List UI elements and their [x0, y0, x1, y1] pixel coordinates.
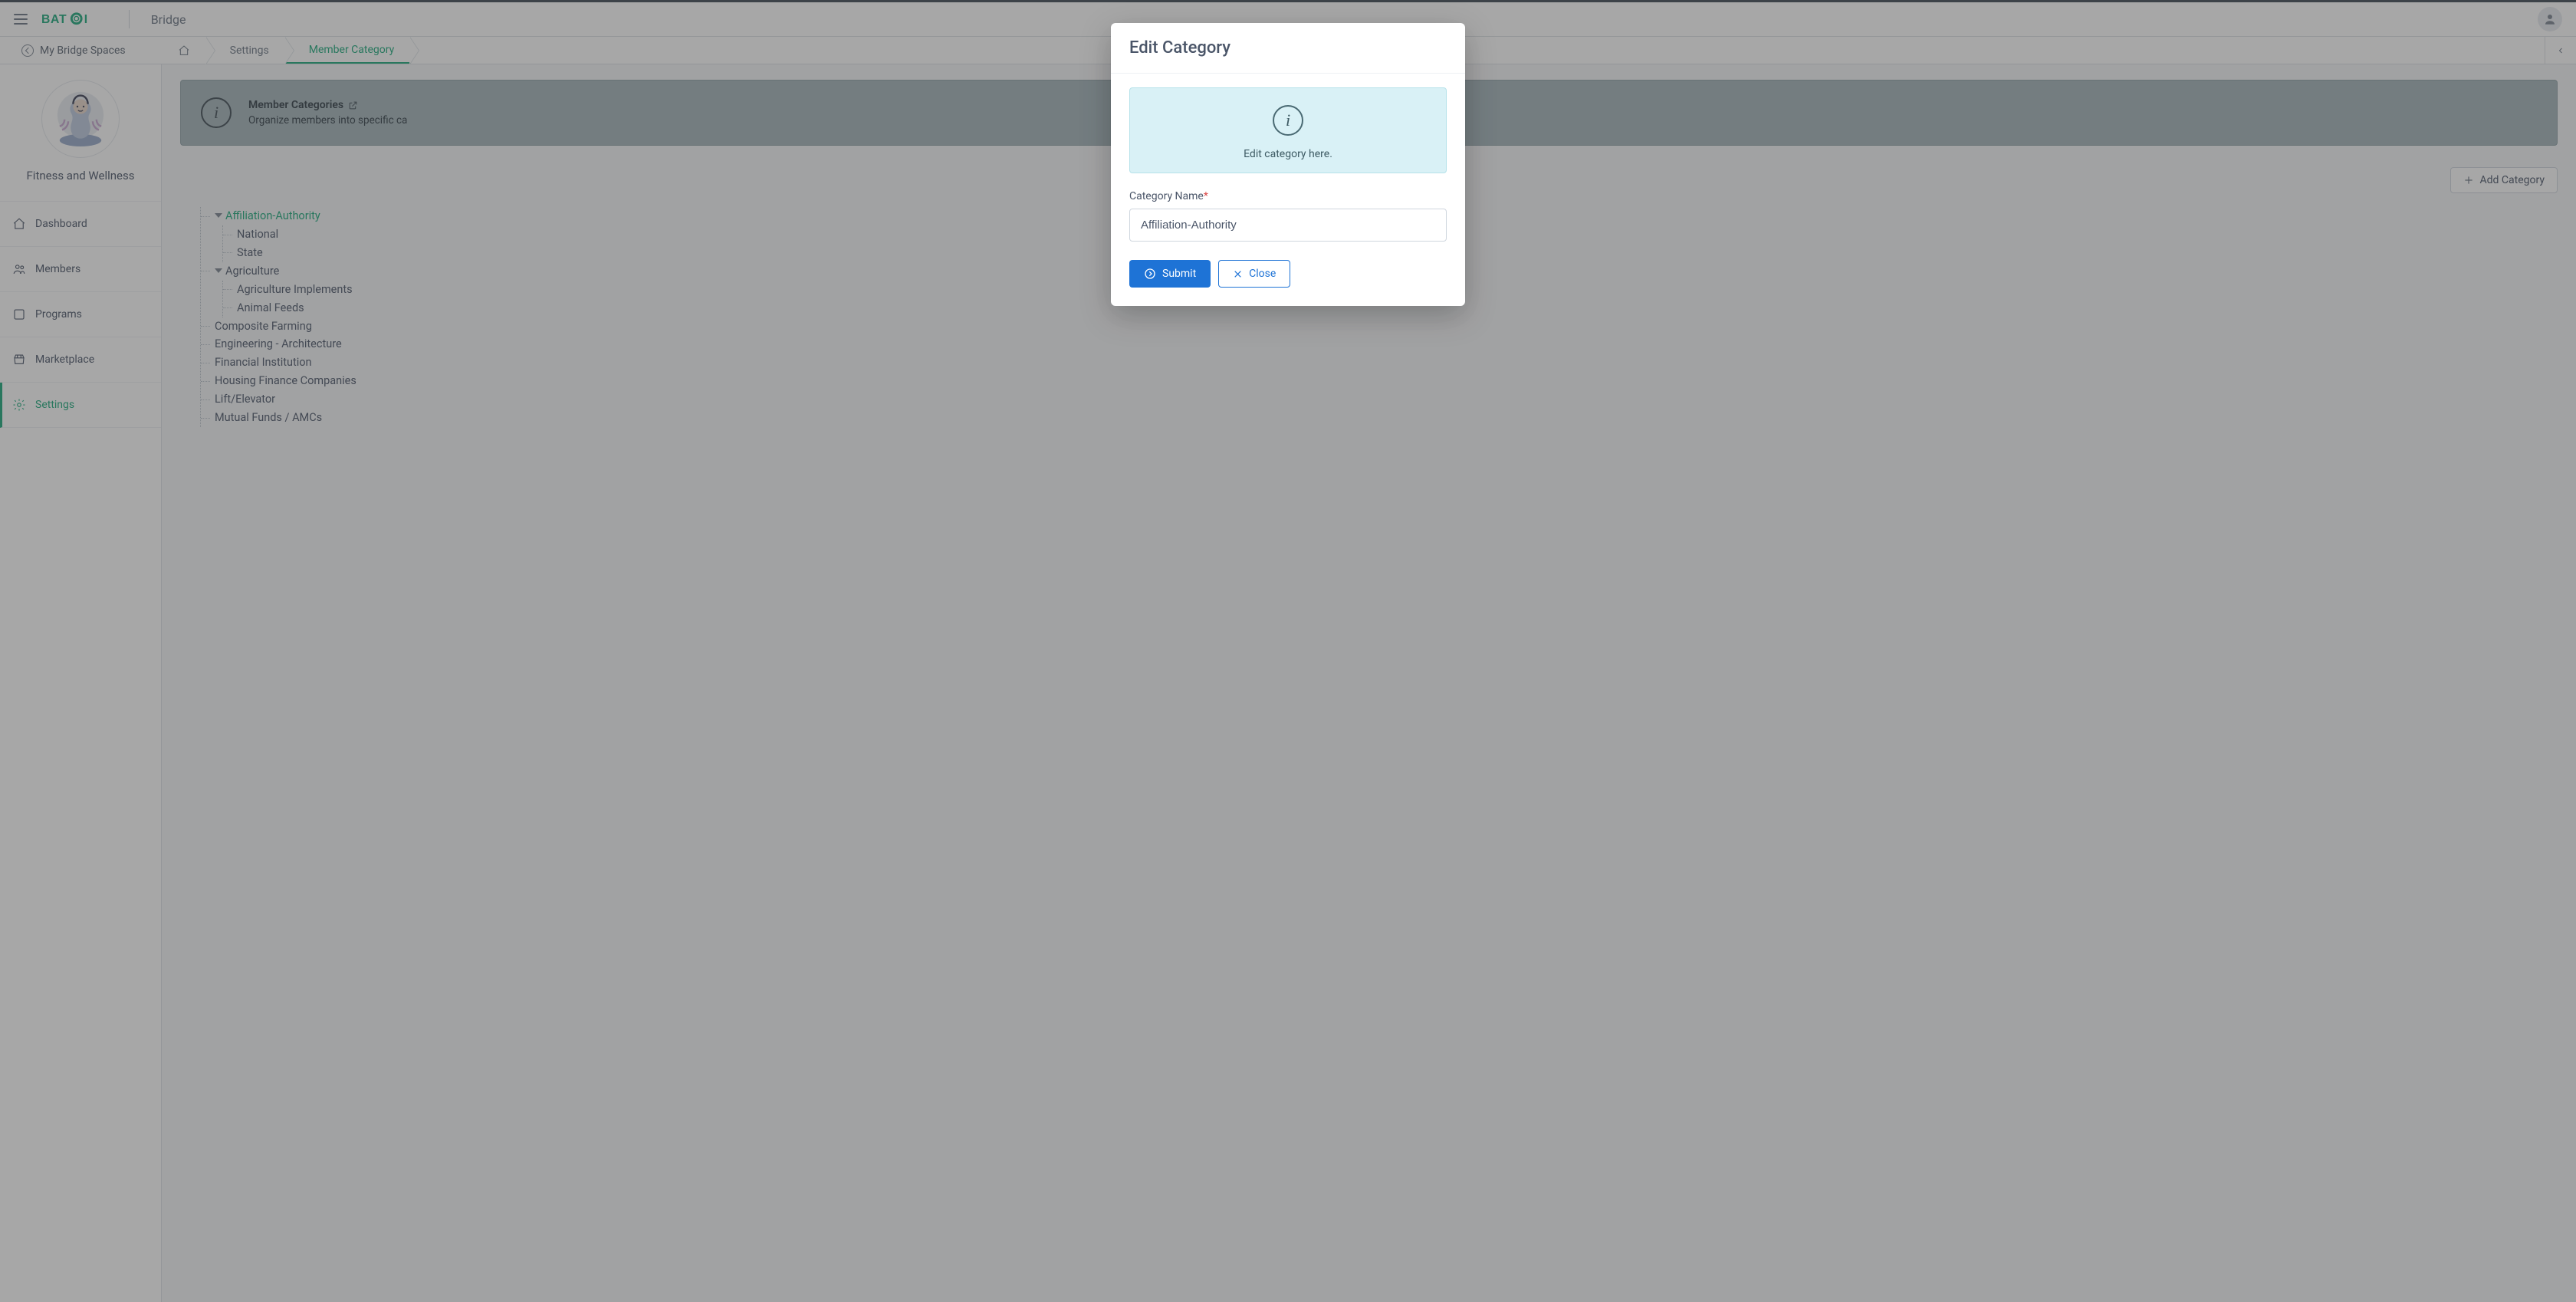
modal-title: Edit Category	[1111, 23, 1465, 74]
edit-category-modal: Edit Category i Edit category here. Cate…	[1111, 23, 1465, 306]
arrow-right-circle-icon	[1144, 268, 1156, 280]
close-button[interactable]: Close	[1218, 260, 1290, 288]
category-name-label: Category Name*	[1129, 190, 1447, 202]
category-name-input[interactable]	[1129, 209, 1447, 242]
modal-info-message: Edit category here.	[1244, 148, 1332, 160]
close-icon	[1233, 269, 1243, 279]
submit-button[interactable]: Submit	[1129, 260, 1211, 288]
modal-info-box: i Edit category here.	[1129, 87, 1447, 173]
info-icon: i	[1273, 105, 1303, 136]
